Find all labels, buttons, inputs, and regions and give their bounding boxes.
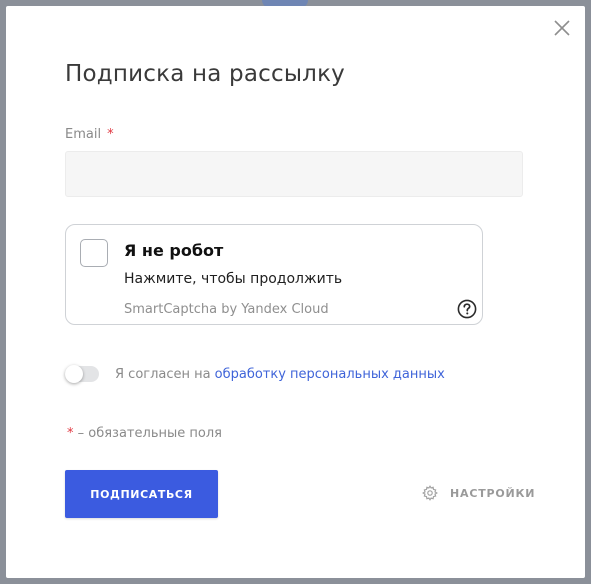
gear-icon xyxy=(422,485,438,501)
settings-label: НАСТРОЙКИ xyxy=(450,486,536,500)
captcha-subtitle: Нажмите, чтобы продолжить xyxy=(124,271,343,287)
smart-captcha: Я не робот Нажмите, чтобы продолжить Sma… xyxy=(65,224,483,325)
email-field[interactable] xyxy=(65,151,523,197)
required-fields-note: * – обязательные поля xyxy=(67,426,222,441)
close-button[interactable] xyxy=(552,18,572,38)
modal-title: Подписка на рассылку xyxy=(65,61,345,87)
settings-button[interactable]: НАСТРОЙКИ xyxy=(422,484,535,502)
captcha-title: Я не робот xyxy=(124,241,224,260)
subscribe-modal: Подписка на рассылку Email * Я не робот Н… xyxy=(6,6,585,578)
subscribe-button[interactable]: ПОДПИСАТЬСЯ xyxy=(65,470,218,518)
required-note-text: – обязательные поля xyxy=(73,426,222,441)
consent-text: Я согласен на xyxy=(115,366,211,382)
email-label: Email * xyxy=(65,127,114,142)
required-star: * xyxy=(107,127,114,142)
question-circle-icon xyxy=(457,299,477,319)
personal-data-link[interactable]: обработку персональных данных xyxy=(215,367,445,382)
captcha-brand: SmartCaptcha by Yandex Cloud xyxy=(124,302,329,317)
consent-row: Я согласен на обработку персональных дан… xyxy=(65,365,445,383)
close-icon xyxy=(554,20,570,36)
captcha-help-button[interactable] xyxy=(457,299,477,319)
consent-toggle[interactable] xyxy=(65,365,99,383)
captcha-checkbox[interactable] xyxy=(80,239,108,267)
email-label-text: Email xyxy=(65,127,102,142)
toggle-knob xyxy=(65,365,83,383)
